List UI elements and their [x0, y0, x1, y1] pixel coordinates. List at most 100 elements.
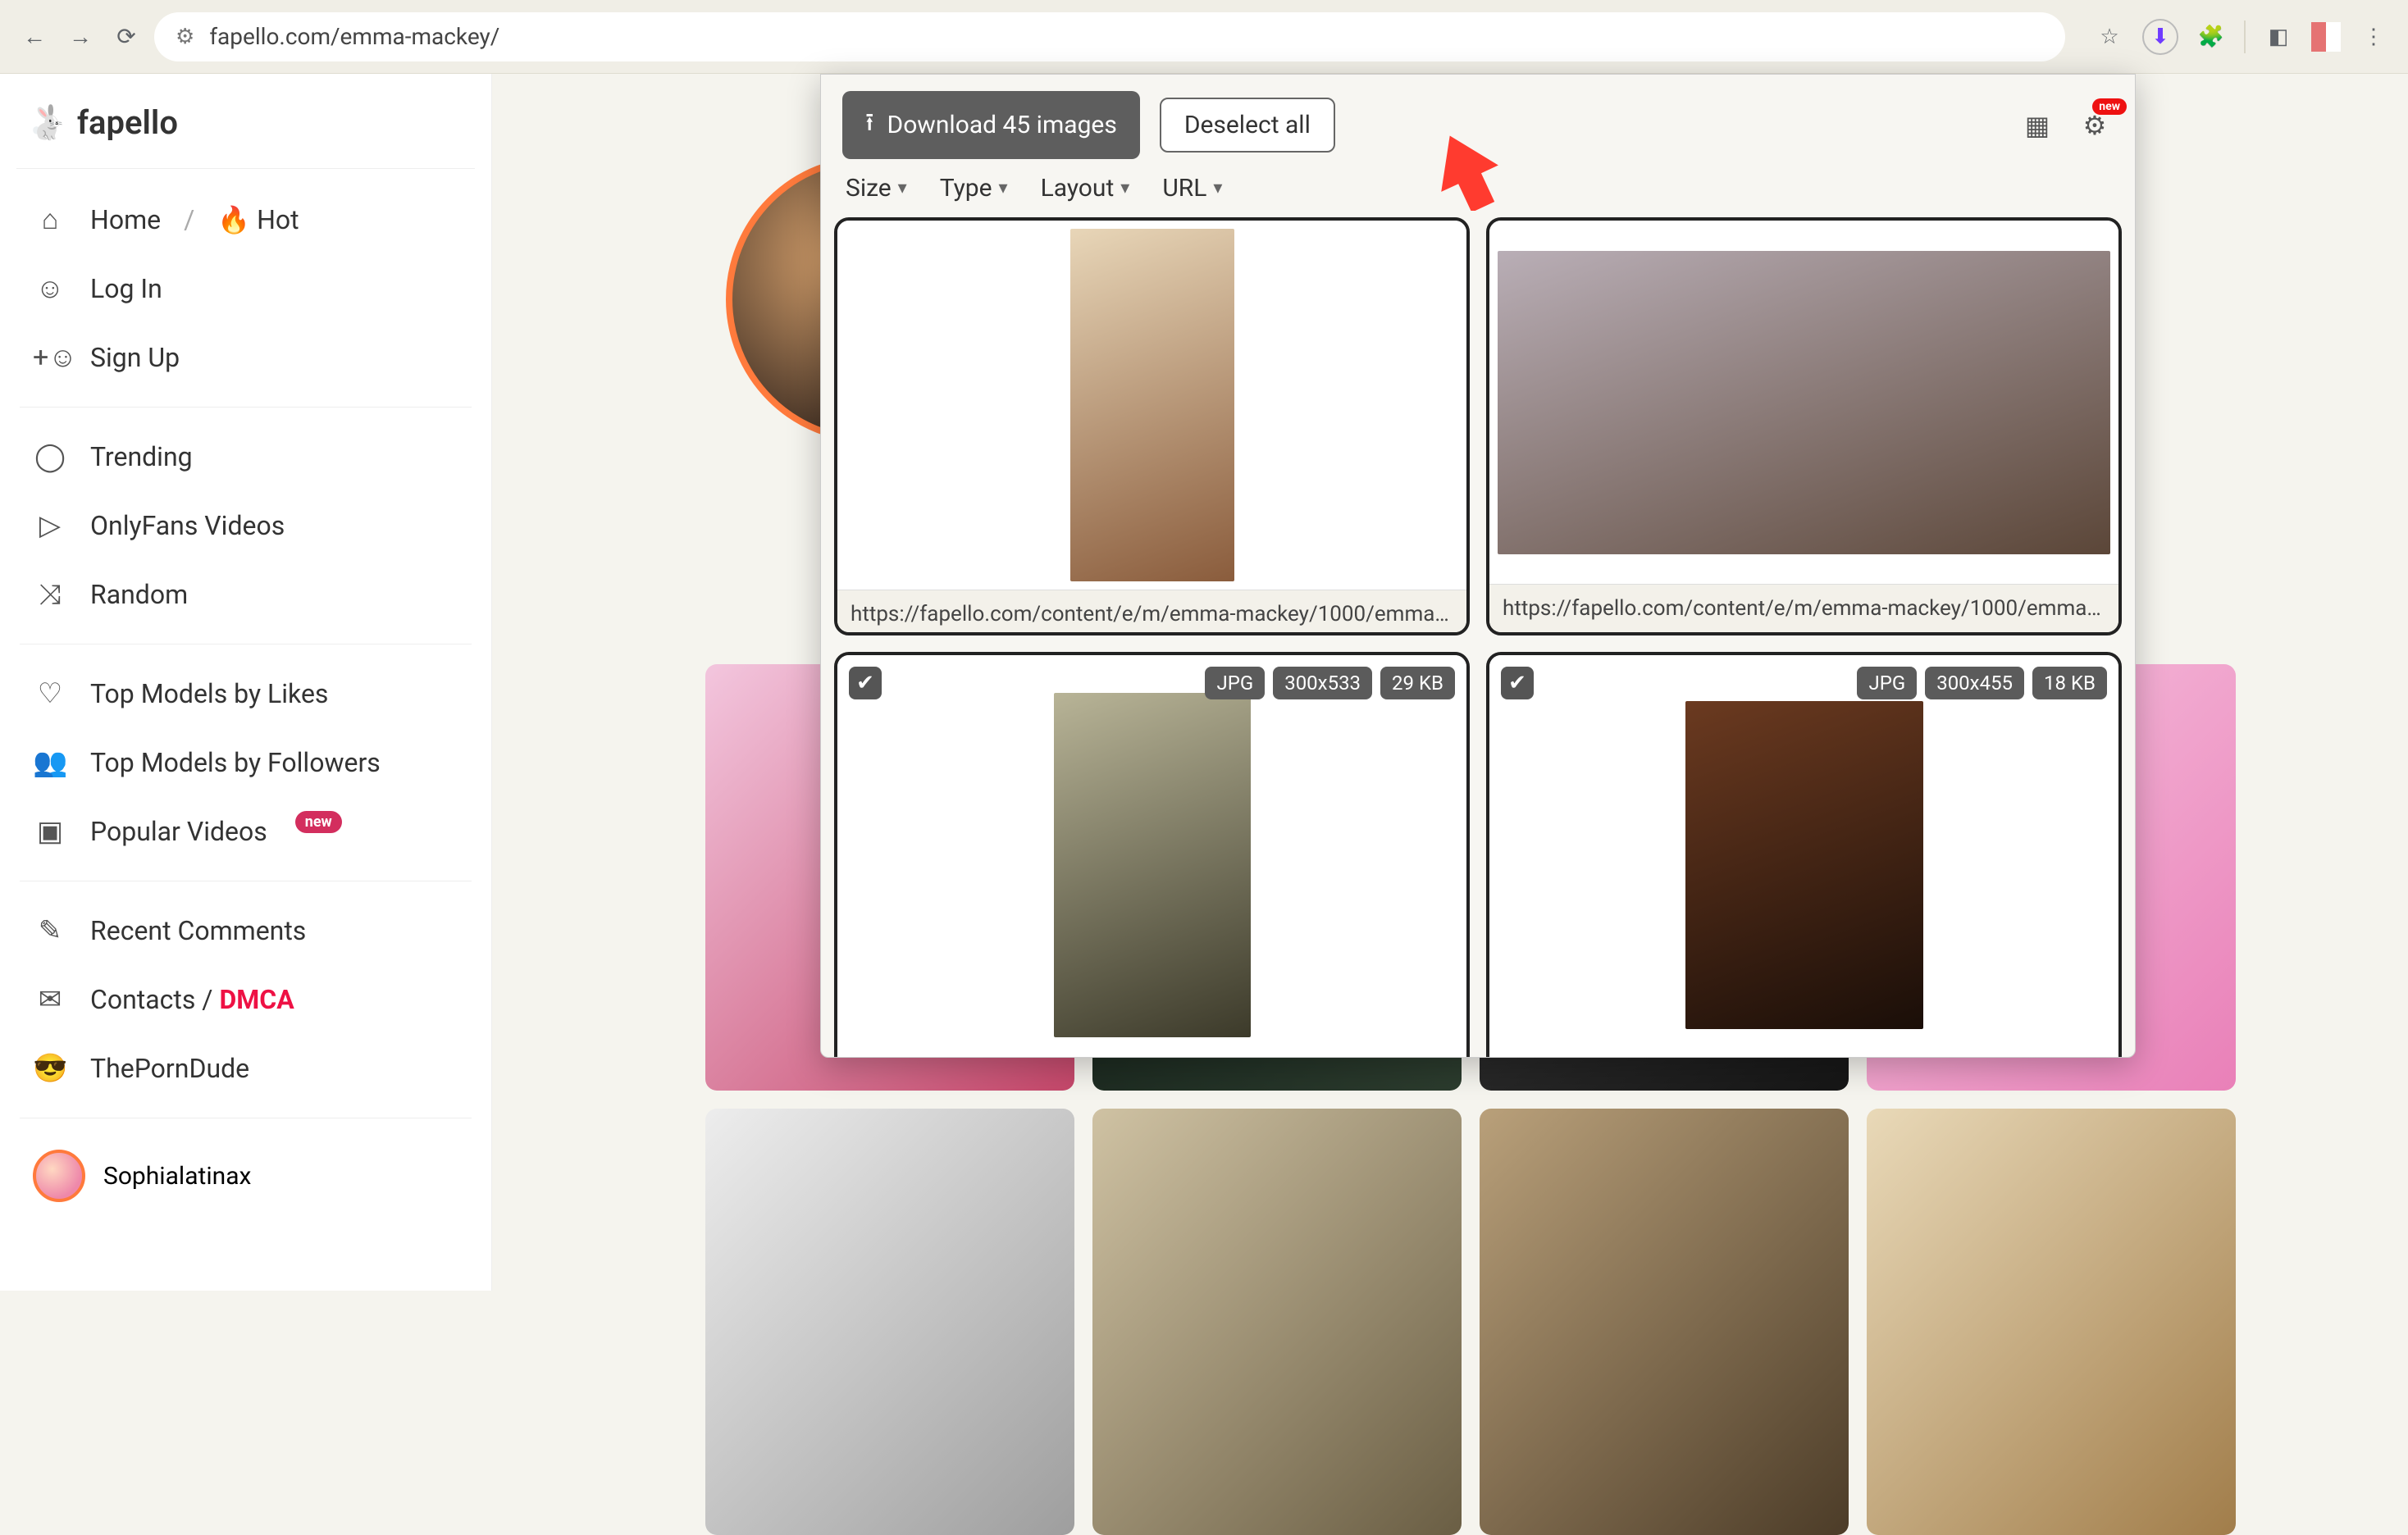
size-tag: 29 KB — [1380, 667, 1455, 699]
image-url[interactable]: https://fapello.com/content/e/m/emma-mac… — [1489, 584, 2118, 632]
side-panel-icon[interactable]: ◧ — [2260, 19, 2296, 55]
image-card[interactable]: ✔ JPG 300x533 29 KB — [834, 652, 1470, 1057]
nav-recent-comments-label: Recent Comments — [90, 915, 306, 946]
nav-login-label: Log In — [90, 273, 162, 304]
grid-photo[interactable] — [1092, 1109, 1462, 1535]
nav-onlyfans-videos[interactable]: ▷ OnlyFans Videos — [16, 491, 475, 560]
chevron-down-icon: ▾ — [1120, 178, 1129, 198]
sidebar-divider — [20, 407, 472, 408]
filter-size-label: Size — [846, 174, 892, 203]
filter-url-label: URL — [1162, 174, 1206, 203]
download-button-label: Download 45 images — [887, 111, 1117, 139]
nav-login[interactable]: ☺ Log In — [16, 254, 475, 323]
nav-of-label: OnlyFans Videos — [90, 510, 285, 541]
deselect-label: Deselect all — [1184, 111, 1311, 139]
filter-bar: Size▾ Type▾ Layout▾ URL▾ — [821, 167, 2135, 217]
sidebar-user-row[interactable]: Sophialatinax — [16, 1133, 475, 1218]
grid-photo[interactable] — [1480, 1109, 1849, 1535]
image-card[interactable]: https://fapello.com/content/e/m/emma-mac… — [1486, 217, 2122, 635]
size-tag: 18 KB — [2032, 667, 2107, 699]
video-icon: ▣ — [33, 815, 67, 848]
dude-icon: 😎 — [33, 1052, 67, 1085]
dims-tag: 300x533 — [1273, 667, 1372, 699]
comment-icon: ✎ — [33, 914, 67, 947]
user-name: Sophialatinax — [103, 1162, 251, 1191]
nav-porndude-label: ThePornDude — [90, 1053, 249, 1084]
nav-home-hot[interactable]: ⌂ Home / 🔥 Hot — [16, 185, 475, 254]
new-badge: new — [295, 811, 342, 833]
nav-signup-label: Sign Up — [90, 342, 180, 373]
nav-signup[interactable]: +☺ Sign Up — [16, 323, 475, 392]
nav-popular-videos[interactable]: ▣ Popular Videos new — [16, 797, 475, 866]
nav-dmca-label: DMCA — [219, 984, 294, 1015]
bunny-icon: 🐇 — [28, 103, 69, 142]
nav-trending-label: Trending — [90, 441, 193, 472]
download-icon: ⭱ — [865, 104, 874, 146]
image-card[interactable]: ✔ JPG 300x455 18 KB — [1486, 652, 2122, 1057]
download-button[interactable]: ⭱ Download 45 images — [842, 91, 1140, 159]
filter-type-label: Type — [940, 174, 992, 203]
nav-contacts-label: Contacts / — [90, 984, 219, 1015]
settings-new-badge: new — [2092, 98, 2127, 115]
back-button[interactable]: ← — [16, 19, 52, 55]
filter-url[interactable]: URL ▾ — [1162, 174, 1222, 203]
nav-top-likes[interactable]: ♡ Top Models by Likes — [16, 659, 475, 728]
nav-home-label: Home — [90, 204, 161, 235]
thumbnail — [1685, 701, 1923, 1029]
thumbnail — [1070, 229, 1234, 581]
nav-random[interactable]: ⤨ Random — [16, 560, 475, 629]
checkbox[interactable]: ✔ — [1501, 667, 1534, 699]
shuffle-icon: ⤨ — [33, 578, 67, 611]
forward-button[interactable]: → — [62, 19, 98, 55]
address-bar[interactable]: ⚙ fapello.com/emma-mackey/ — [154, 12, 2065, 61]
nav-trending[interactable]: ◯ Trending — [16, 422, 475, 491]
site-info-icon[interactable]: ⚙ — [176, 25, 194, 49]
mail-icon: ✉ — [33, 983, 67, 1016]
site-sidebar: 🐇 fapello ⌂ Home / 🔥 Hot ☺ Log In +☺ Sig… — [0, 74, 492, 1291]
grid-photo[interactable] — [1867, 1109, 2236, 1535]
thumbnail — [1054, 693, 1251, 1037]
nav-top-followers-label: Top Models by Followers — [90, 747, 381, 778]
dims-tag: 300x455 — [1925, 667, 2024, 699]
filter-size[interactable]: Size ▾ — [846, 174, 907, 203]
profile-avatar-icon[interactable] — [2311, 22, 2341, 52]
deselect-all-button[interactable]: Deselect all — [1160, 98, 1335, 153]
nav-top-followers[interactable]: 👥 Top Models by Followers — [16, 728, 475, 797]
play-icon: ▷ — [33, 509, 67, 542]
extensions-icon[interactable]: 🧩 — [2193, 19, 2229, 55]
toolbar-separator — [2244, 20, 2246, 53]
logo-text: fapello — [77, 103, 178, 142]
image-card[interactable]: https://fapello.com/content/e/m/emma-mac… — [834, 217, 1470, 635]
download-extension-icon[interactable]: ⬇ — [2142, 19, 2178, 55]
chevron-down-icon: ▾ — [898, 178, 907, 198]
home-icon: ⌂ — [33, 203, 67, 236]
image-url[interactable]: https://fapello.com/content/e/m/emma-mac… — [837, 590, 1466, 632]
grid-photo[interactable] — [705, 1109, 1074, 1535]
users-icon: 👥 — [33, 746, 67, 779]
site-logo[interactable]: 🐇 fapello — [16, 98, 475, 169]
filter-layout[interactable]: Layout▾ — [1041, 174, 1130, 203]
chevron-down-icon: ▾ — [1213, 178, 1222, 198]
nav-random-label: Random — [90, 579, 188, 610]
image-downloader-popup: ⭱ Download 45 images Deselect all ▦ ⚙ ne… — [820, 74, 2136, 1058]
flame-icon: ◯ — [33, 440, 67, 473]
nav-theporndude[interactable]: 😎 ThePornDude — [16, 1034, 475, 1103]
bookmark-star-icon[interactable]: ☆ — [2091, 19, 2128, 55]
thumbnail — [1498, 251, 2110, 554]
kebab-menu-icon[interactable]: ⋮ — [2356, 19, 2392, 55]
checkbox[interactable]: ✔ — [849, 667, 882, 699]
address-url: fapello.com/emma-mackey/ — [209, 23, 499, 50]
nav-hot-label: 🔥 Hot — [217, 204, 299, 235]
nav-contacts-dmca[interactable]: ✉ Contacts / DMCA — [16, 965, 475, 1034]
nav-sep: / — [184, 204, 194, 235]
format-tag: JPG — [1205, 667, 1265, 699]
format-tag: JPG — [1857, 667, 1917, 699]
user-plus-icon: +☺ — [33, 341, 67, 374]
grid-view-icon[interactable]: ▦ — [2018, 107, 2056, 144]
reload-button[interactable]: ⟳ — [108, 19, 144, 55]
settings-gear-icon[interactable]: ⚙ new — [2076, 107, 2114, 144]
filter-type[interactable]: Type▾ — [940, 174, 1008, 203]
page-content: ⭱ Download 45 images Deselect all ▦ ⚙ ne… — [492, 74, 2408, 1291]
nav-popular-videos-label: Popular Videos — [90, 816, 267, 847]
nav-recent-comments[interactable]: ✎ Recent Comments — [16, 896, 475, 965]
